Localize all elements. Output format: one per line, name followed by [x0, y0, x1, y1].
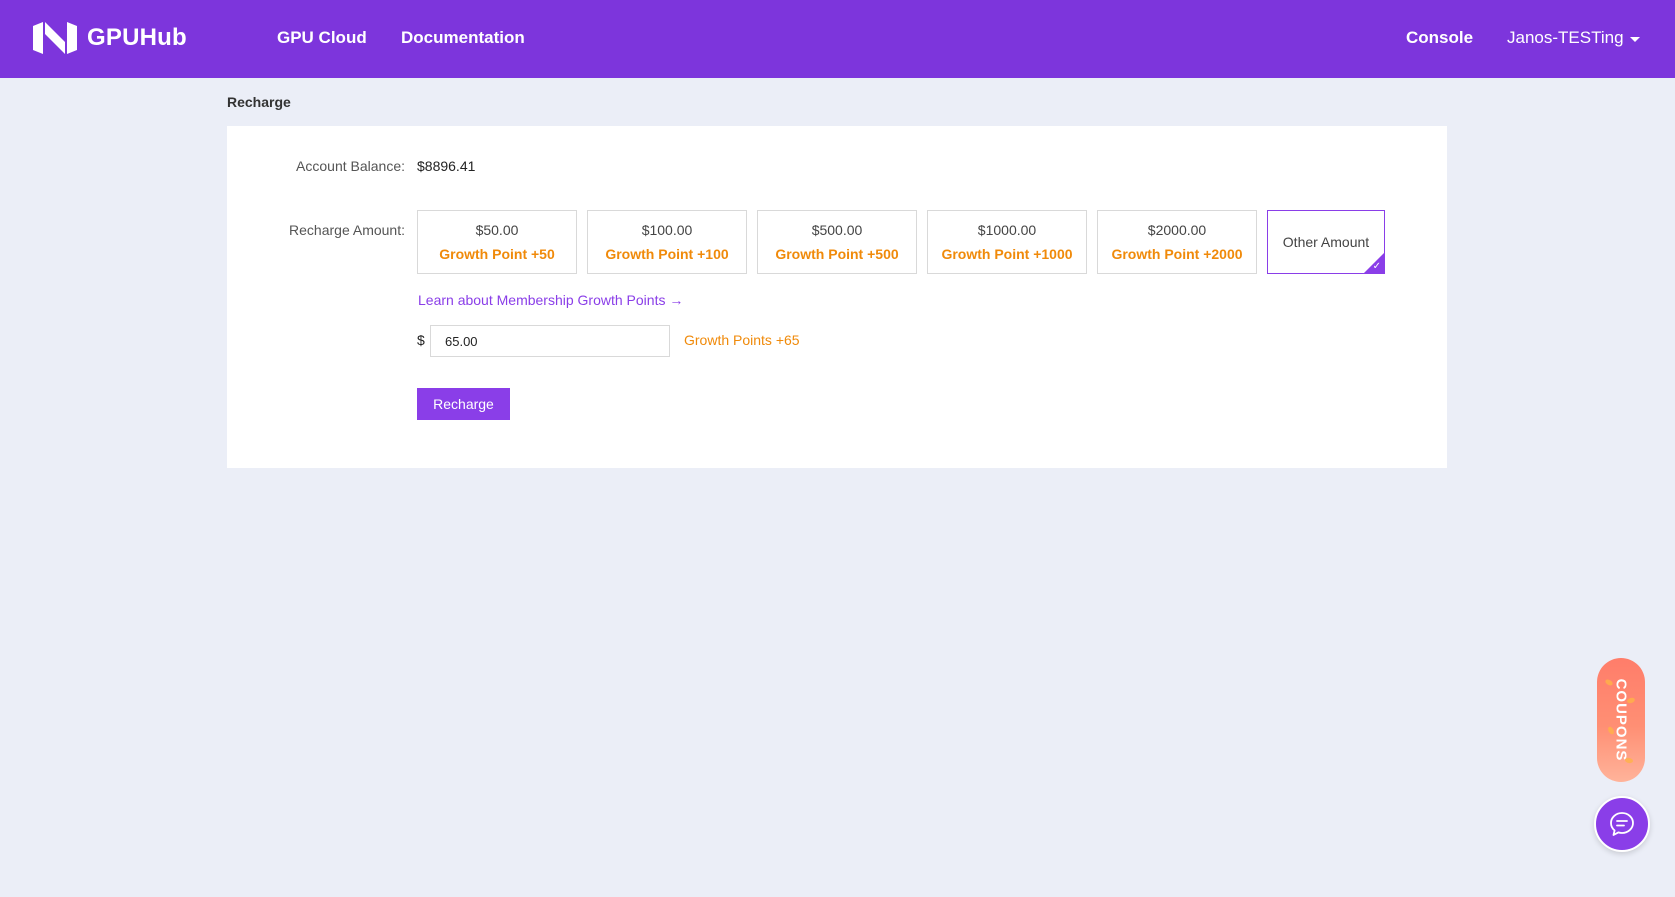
brand-name: GPUHub [87, 24, 187, 51]
caret-down-icon [1629, 36, 1640, 42]
learn-growth-points-link[interactable]: Learn about Membership Growth Points → [418, 292, 683, 308]
option-points: Growth Point +1000 [941, 246, 1073, 262]
option-points: Growth Point +50 [439, 246, 555, 262]
coupons-label: COUPONS [1612, 678, 1630, 762]
nav-console[interactable]: Console [1406, 28, 1473, 48]
option-points: Growth Point +500 [775, 246, 899, 262]
recharge-options: $50.00 Growth Point +50 $100.00 Growth P… [417, 210, 1395, 274]
chat-bubble-icon [1610, 812, 1634, 836]
balance-value: $8896.41 [417, 158, 476, 174]
growth-points-hint: Growth Points +65 [684, 332, 800, 348]
option-price: $500.00 [811, 222, 863, 238]
option-price: $1000.00 [977, 222, 1037, 238]
option-points: Growth Point +100 [605, 246, 729, 262]
user-name: Janos-TESTing [1507, 28, 1624, 47]
amount-option-100[interactable]: $100.00 Growth Point +100 [587, 210, 747, 274]
amount-option-50[interactable]: $50.00 Growth Point +50 [417, 210, 577, 274]
nav-gpu-cloud[interactable]: GPU Cloud [277, 28, 367, 48]
option-points: Growth Point +2000 [1111, 246, 1243, 262]
amount-option-1000[interactable]: $1000.00 Growth Point +1000 [927, 210, 1087, 274]
gpuhub-logo-icon [33, 22, 77, 54]
recharge-amount-label: Recharge Amount: [289, 222, 405, 238]
option-price: $100.00 [641, 222, 693, 238]
option-price: $2000.00 [1147, 222, 1207, 238]
top-navigation-bar: GPUHub GPU Cloud Documentation Console J… [0, 0, 1675, 78]
recharge-button[interactable]: Recharge [417, 388, 510, 420]
currency-symbol: $ [417, 332, 425, 348]
amount-option-other[interactable]: Other Amount ✓ [1267, 210, 1385, 274]
custom-amount-input[interactable] [430, 325, 670, 357]
option-price: $50.00 [475, 222, 519, 238]
balance-label: Account Balance: [296, 158, 405, 174]
check-icon: ✓ [1372, 261, 1381, 272]
amount-option-500[interactable]: $500.00 Growth Point +500 [757, 210, 917, 274]
amount-option-2000[interactable]: $2000.00 Growth Point +2000 [1097, 210, 1257, 274]
recharge-card: Account Balance: $8896.41 Recharge Amoun… [227, 126, 1447, 468]
brand-logo[interactable]: GPUHub [31, 20, 187, 56]
page-title: Recharge [227, 94, 291, 110]
nav-documentation[interactable]: Documentation [401, 28, 525, 48]
option-other-label: Other Amount [1282, 234, 1370, 250]
coupons-button[interactable]: COUPONS [1597, 658, 1645, 782]
user-menu[interactable]: Janos-TESTing [1507, 28, 1640, 48]
chat-button[interactable] [1594, 796, 1650, 852]
